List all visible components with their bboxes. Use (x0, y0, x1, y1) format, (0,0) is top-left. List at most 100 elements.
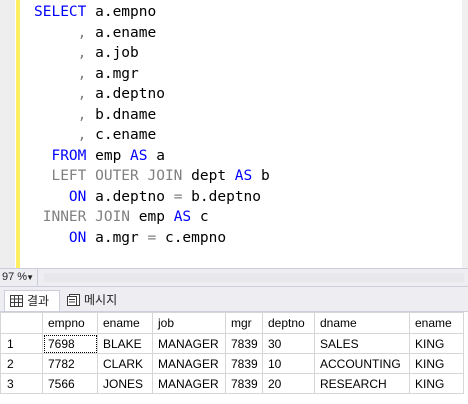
query-editor[interactable]: SELECT a.empno , a.ename , a.job , a.mgr… (0, 0, 468, 268)
sql-token: emp (86, 147, 131, 164)
editor-gutter (0, 0, 15, 268)
chevron-down-icon: ▼ (26, 273, 34, 282)
code-line[interactable]: , b.dname (34, 105, 270, 126)
sql-token: a.ename (95, 24, 157, 41)
tab-messages-label: 메시지 (84, 293, 118, 307)
sql-token: a.job (95, 45, 139, 61)
sql-token: b.dname (95, 106, 157, 123)
tab-results[interactable]: 결과 (4, 290, 60, 311)
table-cell[interactable]: 7698 (42, 333, 98, 354)
code-line[interactable]: FROM emp AS a (34, 146, 270, 167)
table-cell[interactable]: SALES (314, 333, 410, 354)
sql-keyword: = (147, 229, 157, 246)
row-number[interactable]: 2 (0, 353, 43, 374)
table-cell[interactable]: CLARK (97, 353, 153, 374)
table-cell[interactable]: KING (409, 353, 464, 374)
sql-keyword: , (34, 45, 96, 61)
sql-keyword: AS (130, 147, 148, 164)
editor-vertical-scrollbar[interactable] (462, 0, 468, 268)
messages-icon (67, 294, 80, 306)
sql-token: c.ename (95, 127, 157, 143)
column-header[interactable]: job (152, 312, 226, 334)
sql-keyword: FROM (34, 147, 87, 164)
code-line[interactable]: ON a.mgr = c.empno (34, 228, 270, 249)
row-header-corner[interactable] (0, 312, 43, 334)
code-line[interactable]: , a.job (34, 43, 270, 64)
tab-results-label: 결과 (27, 294, 50, 308)
sql-keyword: , (34, 106, 96, 123)
sql-keyword: AS (173, 209, 192, 225)
results-tabstrip: 결과 메시지 (0, 287, 468, 312)
sql-keyword: LEFT OUTER JOIN (34, 168, 183, 184)
code-line[interactable]: SELECT a.empno (34, 2, 270, 23)
sql-keyword: ON (34, 229, 87, 246)
sql-token: a.deptno (95, 86, 165, 102)
code-line[interactable]: , a.deptno (34, 84, 270, 105)
zoom-dropdown[interactable]: 97 % ▼ (0, 269, 38, 286)
table-cell[interactable]: MANAGER (152, 373, 226, 394)
change-tracking-bar (16, 0, 20, 268)
sql-token: a.deptno (86, 188, 174, 205)
table-cell[interactable]: 20 (262, 373, 315, 394)
sql-token: a.mgr (86, 229, 148, 246)
table-cell[interactable]: ACCOUNTING (314, 353, 410, 374)
editor-horizontal-scrollbar[interactable] (44, 273, 464, 282)
sql-keyword: , (34, 65, 96, 82)
table-cell[interactable]: JONES (97, 373, 153, 394)
table-cell[interactable]: MANAGER (152, 353, 226, 374)
column-header[interactable]: dname (314, 312, 410, 334)
table-row[interactable]: 1 7698 BLAKE MANAGER 7839 30 SALES KING (0, 333, 464, 354)
tab-messages[interactable]: 메시지 (62, 290, 132, 311)
table-cell[interactable]: 7782 (42, 353, 98, 374)
sql-token: b.deptno (182, 188, 262, 205)
sql-token: c.empno (156, 229, 227, 246)
table-cell[interactable]: KING (409, 373, 464, 394)
column-header[interactable]: deptno (262, 312, 315, 334)
sql-token: emp (130, 209, 174, 225)
code-line[interactable]: INNER JOIN emp AS c (34, 207, 270, 228)
table-cell[interactable]: 7566 (42, 373, 98, 394)
table-cell[interactable]: 7839 (225, 353, 263, 374)
ssms-query-window: SELECT a.empno , a.ename , a.job , a.mgr… (0, 0, 468, 404)
table-cell[interactable]: BLAKE (97, 333, 153, 354)
table-cell[interactable]: 7839 (225, 373, 263, 394)
table-cell[interactable]: RESEARCH (314, 373, 410, 394)
column-header[interactable]: ename (97, 312, 153, 334)
code-line[interactable]: , a.ename (34, 23, 270, 44)
code-line[interactable]: , c.ename (34, 125, 270, 146)
code-line[interactable]: , a.mgr (34, 64, 270, 85)
column-header[interactable]: mgr (225, 312, 263, 334)
column-header[interactable]: ename (409, 312, 464, 334)
row-number[interactable]: 3 (0, 373, 43, 394)
code-line[interactable]: LEFT OUTER JOIN dept AS b (34, 166, 269, 187)
sql-token: a.empno (86, 4, 157, 20)
table-row[interactable]: 2 7782 CLARK MANAGER 7839 10 ACCOUNTING KING (0, 353, 464, 374)
grid-icon (10, 295, 23, 307)
sql-token: dept (182, 168, 235, 184)
table-cell[interactable]: 7839 (225, 333, 263, 354)
sql-keyword: , (34, 127, 96, 143)
sql-code[interactable]: SELECT a.empno , a.ename , a.job , a.mgr… (34, 2, 270, 248)
sql-keyword: , (34, 86, 96, 102)
sql-token: c (191, 209, 209, 225)
row-number[interactable]: 1 (0, 333, 43, 354)
column-header[interactable]: empno (42, 312, 98, 334)
table-cell[interactable]: 10 (262, 353, 315, 374)
table-cell[interactable]: MANAGER (152, 333, 226, 354)
table-header-row: empno ename job mgr deptno dname ename (0, 312, 464, 334)
editor-status-bar: 97 % ▼ (0, 268, 468, 287)
table-cell[interactable]: KING (409, 333, 464, 354)
results-grid[interactable]: empno ename job mgr deptno dname ename 1 7698 BL… (0, 312, 468, 404)
table-cell[interactable]: 30 (262, 333, 315, 354)
zoom-level: 97 % (2, 271, 28, 283)
results-table[interactable]: empno ename job mgr deptno dname ename 1 7698 BL… (0, 312, 464, 394)
sql-token: a (147, 147, 165, 164)
table-row[interactable]: 3 7566 JONES MANAGER 7839 20 RESEARCH KING (0, 373, 464, 394)
sql-keyword: , (34, 24, 96, 41)
sql-keyword: ON (34, 188, 87, 205)
code-line[interactable]: ON a.deptno = b.deptno (34, 187, 270, 208)
sql-keyword: SELECT (34, 4, 87, 20)
sql-keyword: AS (234, 168, 253, 184)
sql-token: a.mgr (95, 65, 139, 82)
sql-keyword: INNER JOIN (34, 209, 131, 225)
